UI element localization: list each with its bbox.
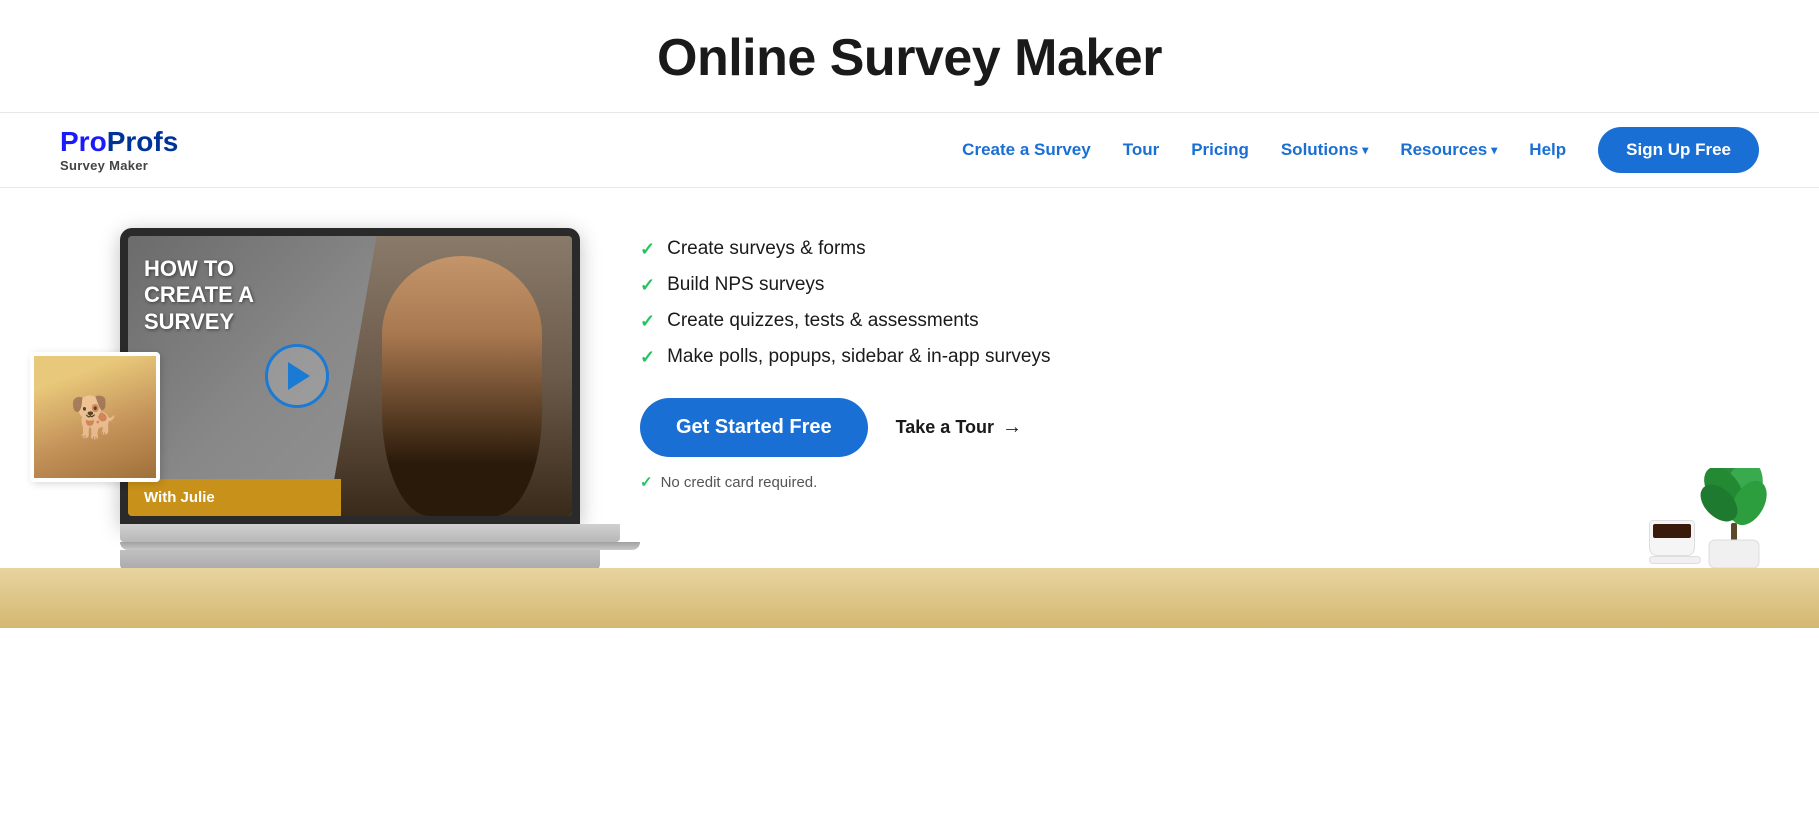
video-title: HOW TO CREATE A SURVEY: [144, 256, 254, 335]
dog-photo-frame: 🐕: [30, 352, 160, 482]
feature-item-4: ✓ Make polls, popups, sidebar & in-app s…: [640, 346, 1759, 368]
logo[interactable]: ProProfs Survey Maker: [60, 128, 178, 173]
nav-pricing[interactable]: Pricing: [1191, 140, 1249, 160]
laptop-base: [120, 524, 620, 542]
no-credit-card-notice: ✓ No credit card required.: [640, 473, 1759, 491]
laptop-wrapper: HOW TO CREATE A SURVEY With Julie: [120, 228, 580, 572]
coffee-liquid: [1653, 524, 1691, 538]
navbar: ProProfs Survey Maker Create a Survey To…: [0, 113, 1819, 188]
nav-solutions[interactable]: Solutions ▾: [1281, 140, 1368, 160]
nav-help[interactable]: Help: [1529, 140, 1566, 160]
play-triangle-icon: [288, 362, 310, 390]
hero-content: ✓ Create surveys & forms ✓ Build NPS sur…: [580, 218, 1759, 491]
hero-section: 🐕 HOW TO CREATE A SURVEY: [0, 188, 1819, 628]
check-icon-2: ✓: [640, 275, 655, 296]
chevron-down-icon: ▾: [1491, 143, 1497, 157]
check-icon-4: ✓: [640, 347, 655, 368]
laptop-screen: HOW TO CREATE A SURVEY With Julie: [128, 236, 572, 516]
feature-item-3: ✓ Create quizzes, tests & assessments: [640, 310, 1759, 332]
feature-item-2: ✓ Build NPS surveys: [640, 274, 1759, 296]
logo-profs: Profs: [107, 126, 179, 157]
coffee-cup: [1649, 520, 1699, 564]
play-button[interactable]: [265, 344, 329, 408]
feature-item-1: ✓ Create surveys & forms: [640, 238, 1759, 260]
cta-area: Get Started Free Take a Tour →: [640, 398, 1759, 457]
video-thumbnail[interactable]: HOW TO CREATE A SURVEY With Julie: [128, 236, 572, 516]
laptop-screen-outer: HOW TO CREATE A SURVEY With Julie: [120, 228, 580, 524]
nav-links: Create a Survey Tour Pricing Solutions ▾…: [962, 127, 1759, 173]
desk-surface: [0, 568, 1819, 628]
take-a-tour-link[interactable]: Take a Tour →: [896, 416, 1022, 439]
signup-button[interactable]: Sign Up Free: [1598, 127, 1759, 173]
plant-decoration: [1689, 468, 1779, 568]
nav-create-survey[interactable]: Create a Survey: [962, 140, 1091, 160]
chevron-down-icon: ▾: [1362, 143, 1368, 157]
page-main-title: Online Survey Maker: [0, 28, 1819, 88]
logo-subtitle: Survey Maker: [60, 158, 148, 173]
check-icon-3: ✓: [640, 311, 655, 332]
play-button-container[interactable]: [265, 344, 329, 408]
get-started-button[interactable]: Get Started Free: [640, 398, 868, 457]
laptop-container: 🐕 HOW TO CREATE A SURVEY: [60, 218, 580, 572]
cup-saucer: [1649, 556, 1701, 564]
check-small-icon: ✓: [640, 473, 653, 491]
nav-tour[interactable]: Tour: [1123, 140, 1160, 160]
video-woman-figure: [382, 256, 542, 516]
logo-text: ProProfs: [60, 128, 178, 156]
cup-handle: [1694, 529, 1695, 545]
check-icon-1: ✓: [640, 239, 655, 260]
cup-body: [1649, 520, 1695, 556]
dog-image: 🐕: [34, 356, 156, 478]
video-with-label: With Julie: [128, 479, 341, 516]
logo-pro: Pro: [60, 126, 107, 157]
plant-svg: [1689, 468, 1779, 568]
nav-resources[interactable]: Resources ▾: [1400, 140, 1497, 160]
feature-list: ✓ Create surveys & forms ✓ Build NPS sur…: [640, 238, 1759, 368]
laptop-hinge: [120, 542, 640, 550]
top-title-bar: Online Survey Maker: [0, 0, 1819, 113]
arrow-right-icon: →: [1002, 416, 1022, 439]
